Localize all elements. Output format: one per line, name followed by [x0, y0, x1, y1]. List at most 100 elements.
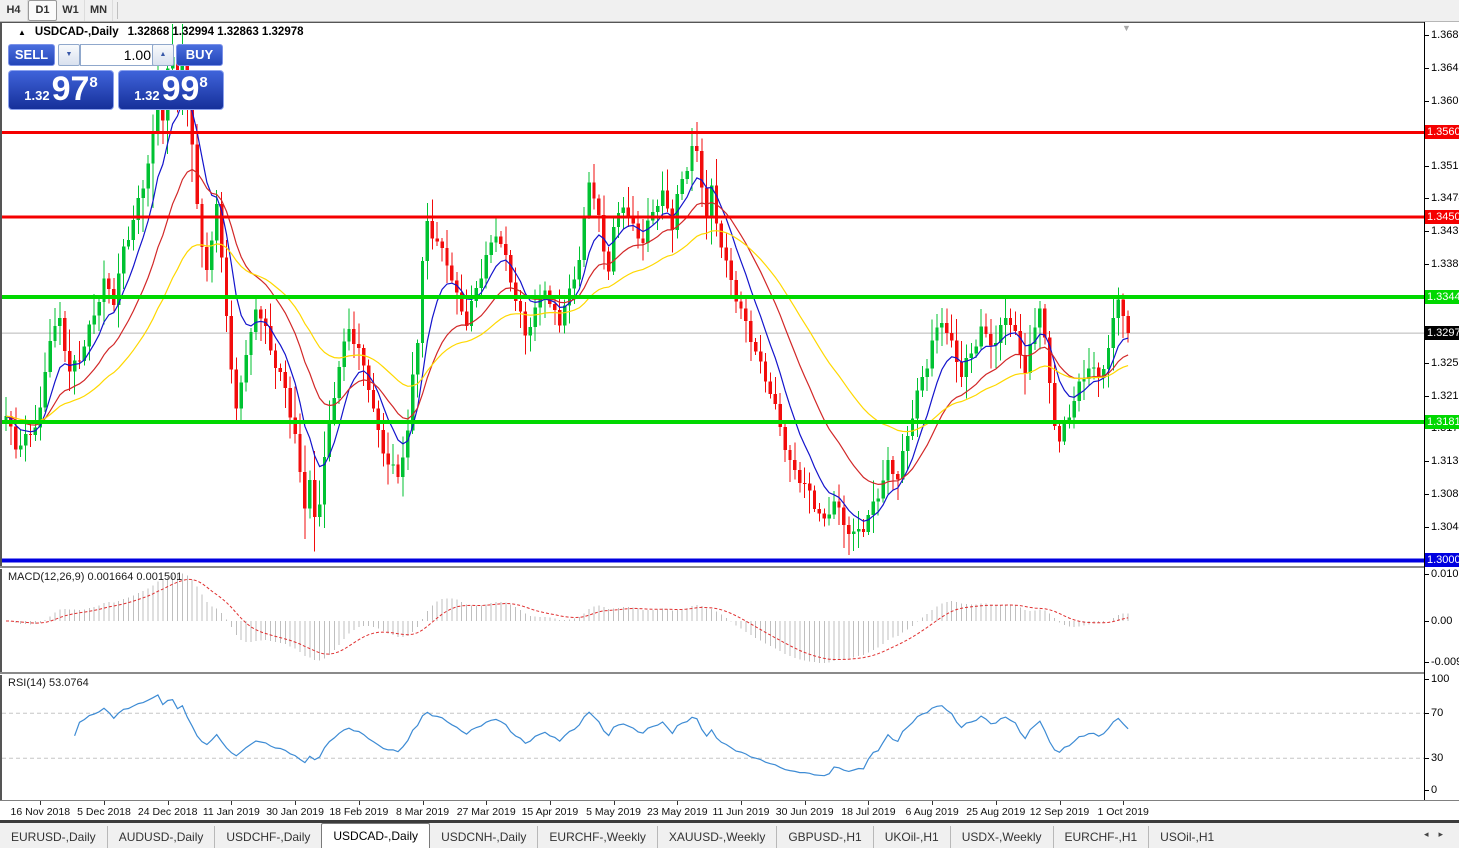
- date-tick: [868, 801, 869, 805]
- date-label: 23 May 2019: [647, 806, 708, 818]
- date-label: 11 Jun 2019: [712, 806, 769, 818]
- candle-body: [793, 460, 796, 470]
- chart-tab-usdchf-daily[interactable]: USDCHF-,Daily: [214, 826, 321, 848]
- indicator-tick-label: 70: [1431, 707, 1443, 719]
- collapse-one-click-icon[interactable]: ▲: [18, 28, 26, 37]
- timeframe-button-w1[interactable]: W1: [57, 0, 85, 21]
- chart-tab-audusd-daily[interactable]: AUDUSD-,Daily: [107, 826, 215, 848]
- chart-tab-usdcad-daily[interactable]: USDCAD-,Daily: [321, 823, 430, 848]
- sell-button[interactable]: SELL: [8, 44, 55, 66]
- axis-tick: [1425, 101, 1429, 102]
- candle-body: [597, 198, 600, 215]
- candle-body: [685, 171, 688, 179]
- price-level-label: 1.32978: [1425, 326, 1459, 340]
- candle-body: [78, 360, 81, 361]
- buy-price-button[interactable]: 1.32 99 8: [118, 70, 224, 110]
- candle-body: [504, 244, 507, 255]
- price-tick-label: 1.30440: [1431, 521, 1459, 533]
- axis-tick: [1425, 198, 1429, 199]
- volume-decrease-button[interactable]: ▼: [58, 44, 80, 66]
- price-tick-label: 1.35170: [1431, 160, 1459, 172]
- timeframe-button-mn[interactable]: MN: [85, 0, 113, 21]
- candle-body: [421, 261, 424, 343]
- chart-tab-usdcnh-daily[interactable]: USDCNH-,Daily: [430, 826, 537, 848]
- moving-average-line-8: [6, 102, 1128, 522]
- chart-tab-xauusd-weekly[interactable]: XAUUSD-,Weekly: [657, 826, 776, 848]
- candle-body: [935, 327, 938, 340]
- candle-body: [1107, 348, 1110, 369]
- timeframe-button-h4[interactable]: H4: [0, 0, 28, 21]
- candle-body: [235, 369, 238, 408]
- price-axis[interactable]: 1.368801.364501.360201.351701.347401.343…: [1424, 22, 1459, 800]
- candle-body: [1073, 401, 1076, 417]
- candle-body: [823, 514, 826, 519]
- candle-body: [1019, 331, 1022, 355]
- tab-scroll-right-icon[interactable]: ▸: [1438, 829, 1453, 839]
- sell-price-button[interactable]: 1.32 97 8: [8, 70, 114, 110]
- candle-body: [832, 502, 835, 515]
- candle-body: [230, 316, 233, 369]
- candle-body: [989, 334, 992, 346]
- candle-body: [274, 351, 277, 368]
- price-tick-label: 1.34310: [1431, 225, 1459, 237]
- candle-body: [1014, 325, 1017, 331]
- candle-body: [485, 255, 488, 278]
- candle-body: [284, 372, 287, 388]
- candle-body: [494, 236, 497, 242]
- candle-body: [338, 367, 341, 398]
- rsi-pane[interactable]: [2, 675, 1424, 799]
- chart-tab-ukoil-h1[interactable]: UKOil-,H1: [873, 826, 950, 848]
- timeframe-button-d1[interactable]: D1: [28, 0, 57, 21]
- candle-body: [63, 318, 66, 351]
- candle-body: [979, 327, 982, 347]
- sell-price-big: 97: [52, 71, 90, 107]
- candle-body: [200, 204, 203, 247]
- chart-tab-usdx-weekly[interactable]: USDX-,Weekly: [950, 826, 1053, 848]
- price-tick-label: 1.32590: [1431, 357, 1459, 369]
- candle-body: [146, 164, 149, 189]
- candle-body: [14, 426, 17, 449]
- chart-tab-bar: EURUSD-,DailyAUDUSD-,DailyUSDCHF-,DailyU…: [0, 823, 1459, 848]
- chart-tab-usoil-h1[interactable]: USOil-,H1: [1148, 826, 1225, 848]
- buy-button[interactable]: BUY: [176, 44, 223, 66]
- candle-body: [563, 306, 566, 326]
- date-tick: [741, 801, 742, 805]
- candle-body: [813, 491, 816, 509]
- candle-body: [940, 323, 943, 327]
- axis-tick: [1425, 574, 1429, 575]
- candle-body: [1043, 309, 1046, 338]
- candle-body: [68, 351, 71, 372]
- candle-body: [798, 470, 801, 483]
- axis-tick: [1425, 264, 1429, 265]
- candle-body: [534, 307, 537, 327]
- candle-body: [342, 342, 345, 367]
- chart-tab-eurchf-weekly[interactable]: EURCHF-,Weekly: [537, 826, 656, 848]
- chart-tab-eurusd-daily[interactable]: EURUSD-,Daily: [0, 826, 107, 848]
- indicator-tick-label: 100: [1431, 673, 1449, 685]
- candle-body: [1053, 383, 1056, 426]
- candle-body: [573, 279, 576, 288]
- buy-price-big: 99: [162, 71, 200, 107]
- chart-tab-eurchf-h1[interactable]: EURCHF-,H1: [1053, 826, 1149, 848]
- volume-input[interactable]: 1.00: [80, 44, 160, 66]
- date-axis[interactable]: 16 Nov 20185 Dec 201824 Dec 201811 Jan 2…: [0, 800, 1459, 821]
- date-label: 6 Aug 2019: [906, 806, 959, 818]
- date-label: 1 Oct 2019: [1098, 806, 1149, 818]
- candle-body: [695, 146, 698, 151]
- axis-tick: [1425, 68, 1429, 69]
- chart-shift-marker-icon[interactable]: ▼: [1122, 23, 1131, 33]
- candle-body: [362, 348, 365, 366]
- candle-body: [720, 224, 723, 248]
- date-tick: [231, 801, 232, 805]
- candle-body: [480, 279, 483, 288]
- volume-increase-button[interactable]: ▲: [152, 44, 174, 66]
- candle-body: [901, 451, 904, 480]
- candle-body: [627, 207, 630, 215]
- candle-body: [671, 209, 674, 230]
- tab-scroll-arrows[interactable]: ◂▸: [1424, 829, 1453, 840]
- chart-tab-gbpusd-h1[interactable]: GBPUSD-,H1: [776, 826, 872, 848]
- tab-scroll-left-icon[interactable]: ◂: [1424, 829, 1439, 839]
- buy-price-sup: 8: [199, 74, 207, 91]
- macd-pane[interactable]: [2, 569, 1424, 672]
- candle-body: [489, 242, 492, 255]
